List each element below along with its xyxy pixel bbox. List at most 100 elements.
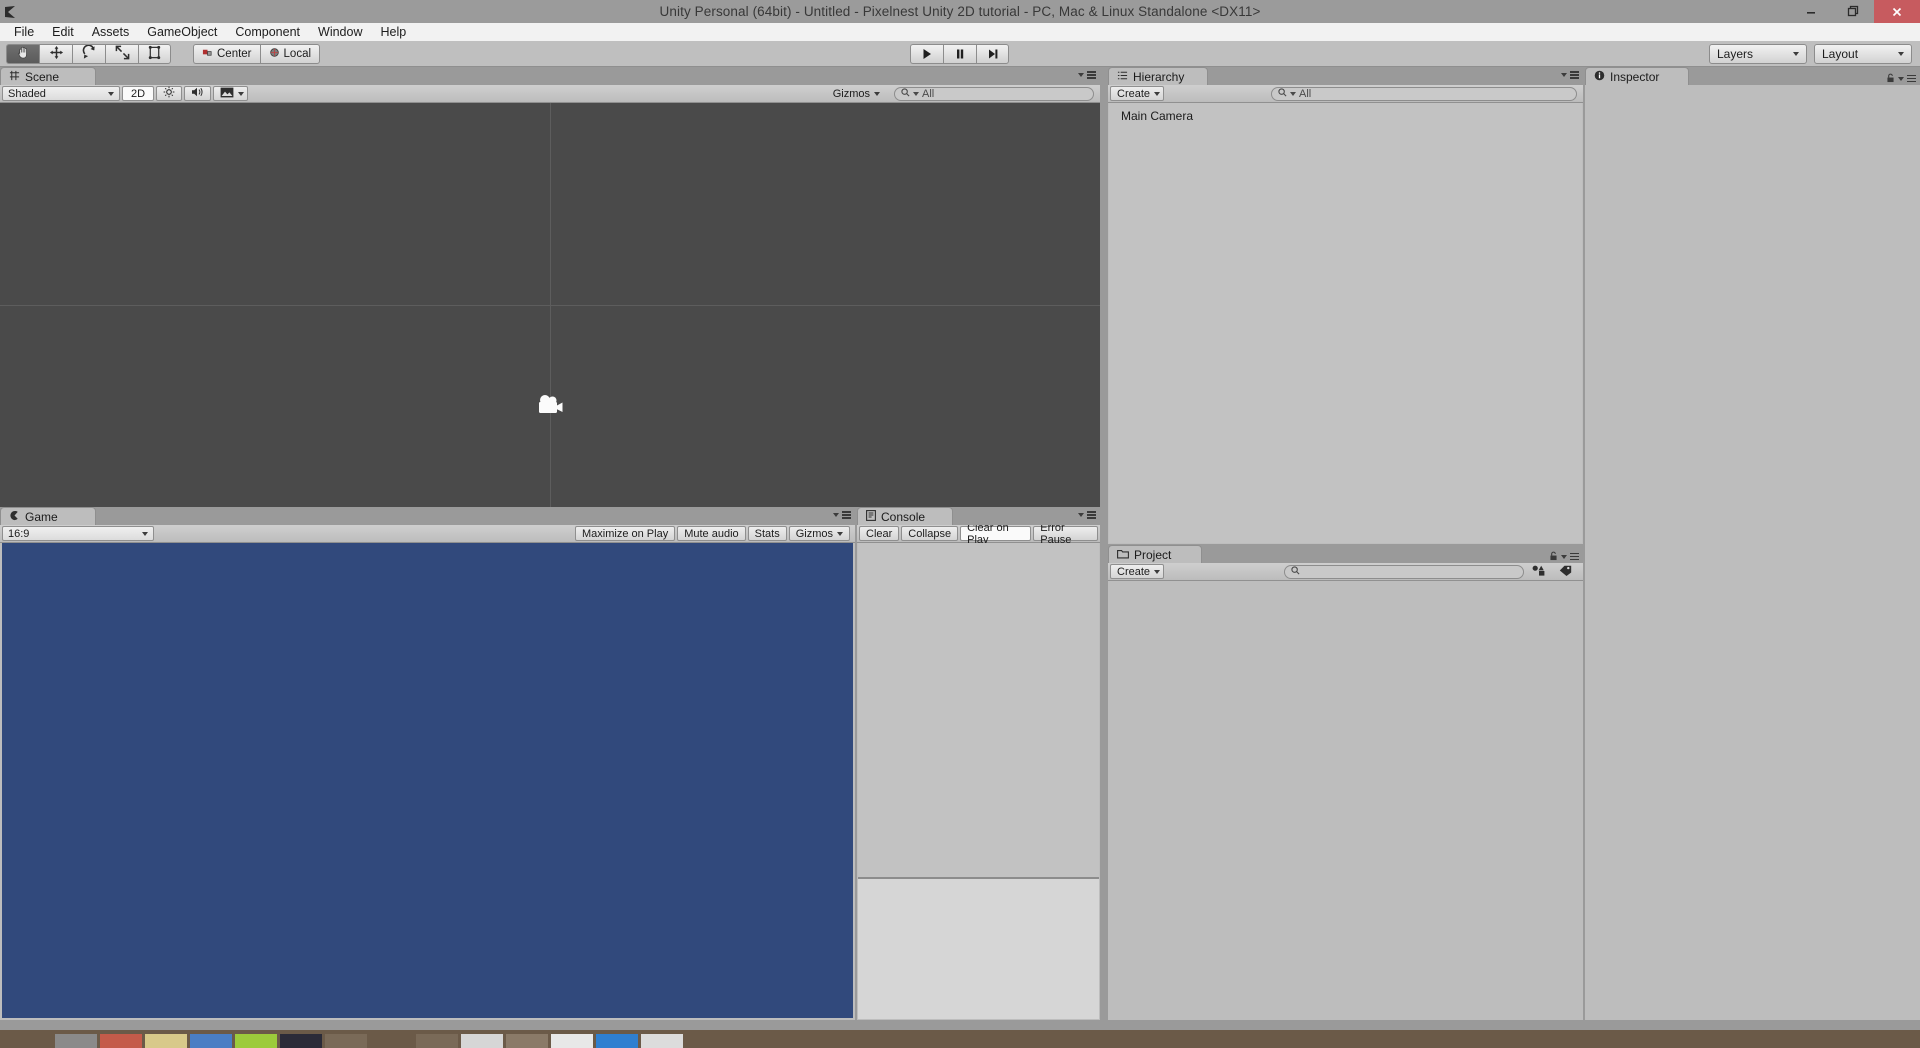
game-viewport[interactable] (2, 543, 853, 1018)
game-panel-menu[interactable] (833, 511, 851, 519)
taskbar-item[interactable] (641, 1034, 683, 1048)
pause-button[interactable] (943, 43, 976, 64)
taskbar-item[interactable] (596, 1034, 638, 1048)
menu-item-file[interactable]: File (5, 23, 43, 41)
hierarchy-tab-row: Hierarchy (1108, 67, 1583, 85)
stats-button[interactable]: Stats (747, 526, 787, 541)
lock-icon[interactable] (1549, 549, 1558, 564)
hierarchy-list-icon (1117, 70, 1128, 84)
panel-menu-icon (1570, 552, 1579, 561)
menu-item-edit[interactable]: Edit (43, 23, 83, 41)
audio-speaker-icon (191, 86, 204, 101)
maximize-on-play-button[interactable]: Maximize on Play (575, 526, 676, 541)
pivot-mode-button[interactable]: Center (193, 43, 260, 64)
minimize-button[interactable] (1790, 0, 1832, 23)
console-message-list[interactable] (858, 543, 1099, 877)
layout-dropdown[interactable]: Layout (1814, 43, 1912, 64)
hierarchy-search-input[interactable]: All (1271, 86, 1577, 101)
menu-item-assets[interactable]: Assets (83, 23, 139, 41)
search-icon (1278, 87, 1287, 100)
move-icon (49, 45, 64, 63)
main-camera-gizmo-icon[interactable] (534, 393, 566, 420)
console-clear-on-play-button[interactable]: Clear on Play (960, 522, 1032, 546)
filter-by-type-icon (1532, 565, 1545, 579)
scene-audio-toggle[interactable] (184, 86, 212, 101)
list-item[interactable]: Main Camera (1109, 108, 1582, 124)
mute-audio-label: Mute audio (684, 527, 739, 540)
play-button[interactable] (910, 43, 943, 64)
shading-mode-dropdown[interactable]: Shaded (2, 86, 120, 101)
taskbar-item[interactable] (551, 1034, 593, 1048)
menu-item-window[interactable]: Window (309, 23, 371, 41)
scene-gizmos-dropdown[interactable]: Gizmos (827, 86, 892, 101)
taskbar-item[interactable] (416, 1034, 458, 1048)
scene-panel-menu[interactable] (1078, 71, 1096, 79)
menu-item-component[interactable]: Component (226, 23, 309, 41)
filter-by-type-button[interactable] (1526, 564, 1551, 579)
taskbar-item[interactable] (506, 1034, 548, 1048)
taskbar-item[interactable] (280, 1034, 322, 1048)
filter-by-label-button[interactable] (1553, 564, 1578, 579)
scene-lighting-toggle[interactable] (156, 86, 183, 101)
maximize-on-play-label: Maximize on Play (582, 527, 669, 540)
mute-audio-button[interactable]: Mute audio (677, 526, 746, 541)
rect-transform-icon (147, 45, 162, 63)
taskbar-item[interactable] (55, 1034, 97, 1048)
scene-viewport[interactable] (0, 103, 1100, 507)
lock-icon[interactable] (1886, 71, 1895, 86)
scale-tool-button[interactable] (105, 43, 138, 64)
game-gizmos-label: Gizmos (795, 527, 833, 540)
tab-inspector[interactable]: Inspector (1585, 67, 1689, 85)
toggle-2d-button[interactable]: 2D (122, 86, 155, 101)
tab-game[interactable]: Game (0, 507, 96, 525)
hand-tool-button[interactable] (6, 43, 39, 64)
tab-scene[interactable]: Scene (0, 67, 96, 85)
hierarchy-tree[interactable]: Main Camera (1109, 103, 1582, 543)
game-gizmos-dropdown[interactable]: Gizmos (788, 526, 850, 541)
hierarchy-create-dropdown[interactable]: Create (1110, 86, 1165, 101)
taskbar-item[interactable] (145, 1034, 187, 1048)
tab-hierarchy[interactable]: Hierarchy (1108, 67, 1208, 85)
inspector-panel-menu[interactable] (1886, 71, 1916, 86)
menu-item-gameobject[interactable]: GameObject (138, 23, 226, 41)
taskbar-item[interactable] (461, 1034, 503, 1048)
aspect-ratio-dropdown[interactable]: 16:9 (2, 526, 154, 541)
panel-menu-icon (1570, 71, 1579, 79)
project-create-dropdown[interactable]: Create (1110, 564, 1165, 579)
move-tool-button[interactable] (39, 43, 72, 64)
layers-dropdown[interactable]: Layers (1709, 43, 1807, 64)
chevron-down-icon (837, 531, 843, 536)
console-clear-button[interactable]: Clear (859, 526, 900, 541)
main-toolbar: Center Local Layers Layout (0, 41, 1920, 67)
project-browser[interactable] (1109, 581, 1582, 1019)
taskbar-item[interactable] (325, 1034, 367, 1048)
aspect-ratio-label: 16:9 (8, 527, 30, 540)
close-button[interactable] (1874, 0, 1920, 23)
console-collapse-button[interactable]: Collapse (901, 526, 959, 541)
inspector-content[interactable] (1586, 87, 1919, 1019)
project-create-label: Create (1117, 565, 1151, 578)
rotation-mode-button[interactable]: Local (259, 43, 321, 64)
tab-console[interactable]: Console (857, 507, 953, 525)
scene-effects-toggle[interactable] (213, 86, 249, 101)
restore-button[interactable] (1832, 0, 1874, 23)
console-tab-label: Console (881, 509, 926, 524)
os-taskbar (0, 1030, 1920, 1048)
chevron-down-icon (1078, 72, 1084, 77)
hierarchy-panel-menu[interactable] (1561, 71, 1579, 79)
console-panel-menu[interactable] (1078, 511, 1096, 519)
rotate-tool-button[interactable] (72, 43, 105, 64)
scene-search-input[interactable]: All (894, 86, 1094, 101)
rect-tool-button[interactable] (138, 43, 171, 64)
tab-project[interactable]: Project (1108, 545, 1202, 563)
project-panel-menu[interactable] (1549, 549, 1579, 564)
project-search-input[interactable] (1284, 564, 1524, 579)
step-button[interactable] (976, 43, 1009, 64)
console-error-pause-button[interactable]: Error Pause (1033, 522, 1098, 546)
menu-item-help[interactable]: Help (371, 23, 415, 41)
console-detail-pane[interactable] (858, 879, 1099, 1019)
taskbar-item[interactable] (235, 1034, 277, 1048)
scale-icon (115, 45, 130, 63)
taskbar-item[interactable] (100, 1034, 142, 1048)
taskbar-item[interactable] (190, 1034, 232, 1048)
